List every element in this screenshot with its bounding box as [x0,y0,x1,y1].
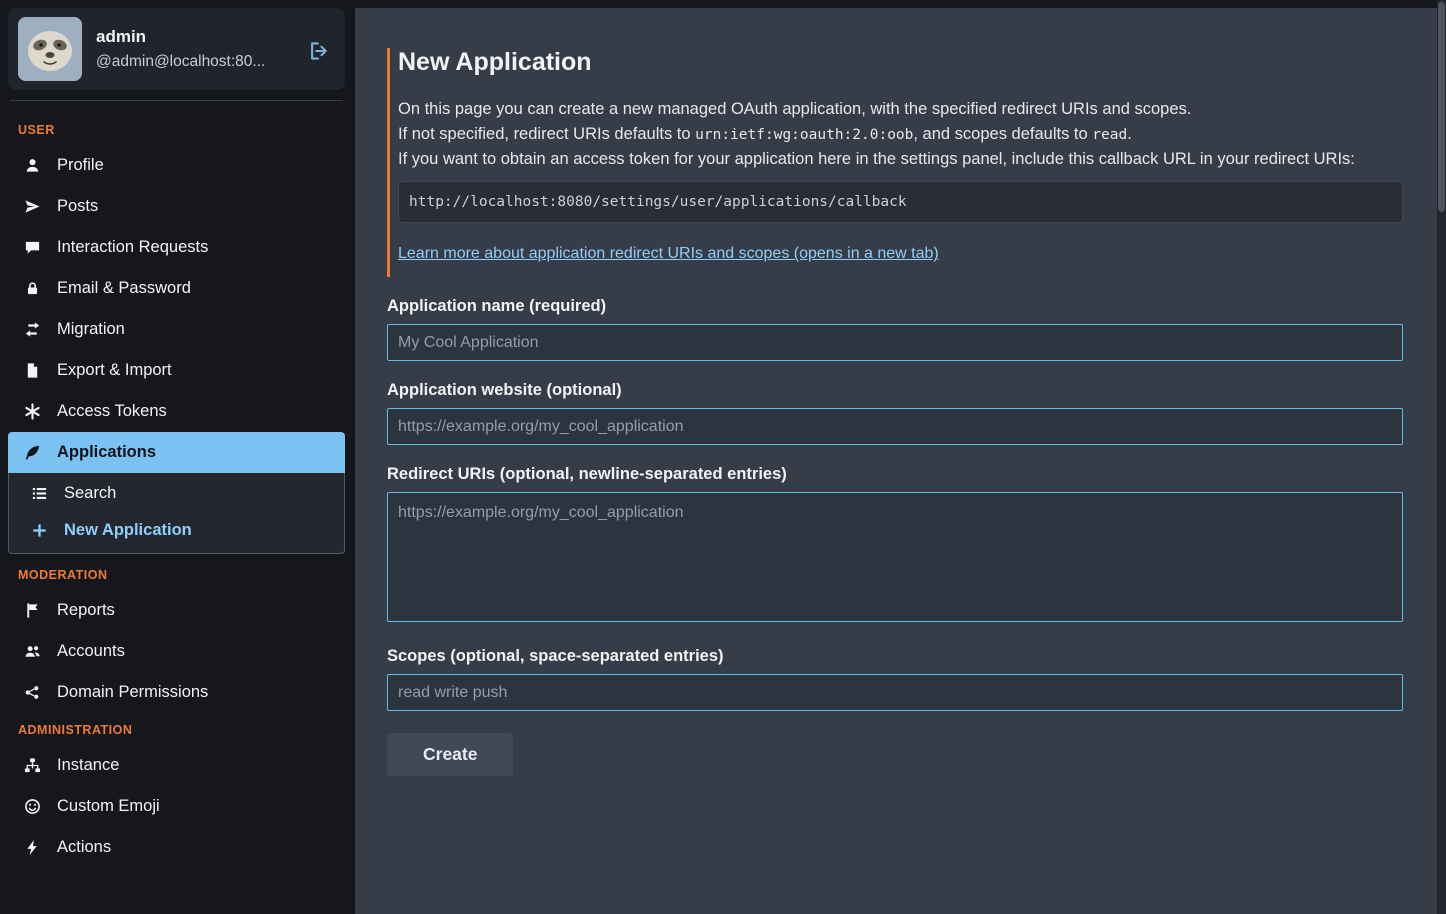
section-user: USER [8,113,345,145]
user-icon [20,157,44,174]
section-administration: ADMINISTRATION [8,713,345,745]
sidebar-item-label: Posts [57,197,98,216]
sidebar-item-new-application[interactable]: New Application [9,512,344,549]
logout-icon[interactable] [309,37,335,61]
plus-icon [27,522,51,539]
sidebar-item-label: Access Tokens [57,402,167,421]
lock-icon [20,280,44,297]
sidebar-item-label: Migration [57,320,125,339]
exchange-arrows-icon [20,321,44,338]
callback-url-codeblock: http://localhost:8080/settings/user/appl… [398,181,1403,223]
sidebar-item-domain-permissions[interactable]: Domain Permissions [8,672,345,713]
sidebar-item-export-import[interactable]: Export & Import [8,350,345,391]
bolt-icon [20,839,44,856]
sidebar-item-label: Applications [57,443,156,462]
sidebar-item-applications[interactable]: Applications [8,432,345,473]
comment-icon [20,239,44,256]
sidebar-item-profile[interactable]: Profile [8,145,345,186]
create-button[interactable]: Create [387,733,513,776]
redirect-uris-label: Redirect URIs (optional, newline-separat… [387,465,1403,484]
applications-group: Applications Search New Application [8,432,345,554]
sidebar-item-label: Instance [57,756,119,775]
asterisk-icon [20,403,44,420]
sidebar-item-label: Actions [57,838,111,857]
sidebar-item-label: Search [64,484,116,503]
sidebar-item-actions[interactable]: Actions [8,827,345,868]
intro-text: On this page you can create a new manage… [398,97,1403,171]
inline-code-oob: urn:ietf:wg:oauth:2.0:oob [695,127,913,143]
application-name-input[interactable] [387,324,1403,361]
list-icon [27,485,51,502]
network-icon [20,684,44,701]
learn-more-link[interactable]: Learn more about application redirect UR… [398,245,939,263]
intro-line-1: On this page you can create a new manage… [398,97,1403,122]
page-header: New Application On this page you can cre… [387,48,1403,277]
sidebar-item-custom-emoji[interactable]: Custom Emoji [8,786,345,827]
application-website-input[interactable] [387,408,1403,445]
sidebar-item-label: Interaction Requests [57,238,208,257]
avatar [18,17,82,81]
sidebar-item-label: Accounts [57,642,125,661]
sidebar-item-label: Email & Password [57,279,191,298]
sidebar: admin @admin@localhost:80... USER Profil… [0,0,355,914]
sidebar-item-label: Custom Emoji [57,797,160,816]
sidebar-divider [10,100,343,101]
feather-icon [20,444,44,461]
sidebar-item-label: Domain Permissions [57,683,208,702]
intro-line-2: If not specified, redirect URIs defaults… [398,122,1403,147]
file-export-icon [20,362,44,379]
application-website-label: Application website (optional) [387,381,1403,400]
new-application-form: Application name (required) Application … [387,297,1403,776]
paper-plane-icon [20,198,44,215]
user-handle: @admin@localhost:80... [96,53,295,71]
sidebar-item-label: Profile [57,156,104,175]
sidebar-item-email-password[interactable]: Email & Password [8,268,345,309]
section-moderation: MODERATION [8,558,345,590]
sidebar-item-label: Export & Import [57,361,172,380]
intro-line-3: If you want to obtain an access token fo… [398,147,1403,172]
sidebar-item-posts[interactable]: Posts [8,186,345,227]
inline-code-read: read [1092,127,1127,143]
scopes-label: Scopes (optional, space-separated entrie… [387,647,1403,666]
user-card[interactable]: admin @admin@localhost:80... [8,8,345,90]
page-scrollbar[interactable] [1437,0,1446,914]
sidebar-item-label: New Application [64,521,192,540]
smiley-icon [20,798,44,815]
redirect-uris-textarea[interactable] [387,492,1403,622]
sidebar-item-instance[interactable]: Instance [8,745,345,786]
main-panel: New Application On this page you can cre… [355,8,1437,914]
users-icon [20,643,44,660]
page-title: New Application [398,48,1403,77]
sidebar-item-reports[interactable]: Reports [8,590,345,631]
sidebar-item-interaction-requests[interactable]: Interaction Requests [8,227,345,268]
scopes-input[interactable] [387,674,1403,711]
flag-icon [20,602,44,619]
sidebar-item-search[interactable]: Search [9,475,344,512]
sidebar-item-migration[interactable]: Migration [8,309,345,350]
scrollbar-thumb[interactable] [1438,2,1445,212]
sitemap-icon [20,757,44,774]
sidebar-item-label: Reports [57,601,115,620]
username: admin [96,27,295,47]
user-meta: admin @admin@localhost:80... [96,27,295,71]
applications-submenu: Search New Application [8,473,345,554]
application-name-label: Application name (required) [387,297,1403,316]
sidebar-item-access-tokens[interactable]: Access Tokens [8,391,345,432]
sidebar-item-accounts[interactable]: Accounts [8,631,345,672]
